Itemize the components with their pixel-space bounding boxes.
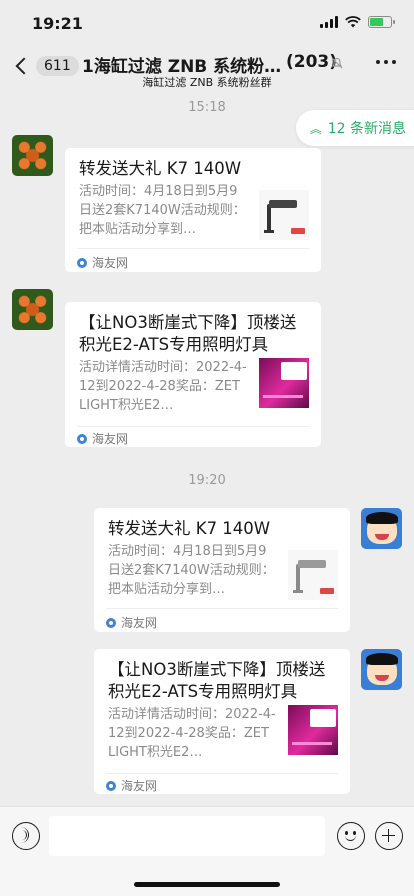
card-title: 【让NO3断崖式下降】顶楼送积光E2-ATS专用照明灯具 <box>79 313 297 354</box>
plus-button[interactable] <box>375 822 403 850</box>
link-card[interactable]: 【让NO3断崖式下降】顶楼送积光E2-ATS专用照明灯具 活动详情活动时间：20… <box>65 302 321 447</box>
unread-count: 611 <box>36 56 79 76</box>
signal-icon <box>320 16 338 28</box>
timestamp: 19:20 <box>188 473 226 488</box>
link-card[interactable]: 转发送大礼 K7 140W 活动时间：4月18日到5月9日送2套K7140W活动… <box>94 508 350 632</box>
source-icon <box>106 780 116 791</box>
sender-avatar[interactable] <box>12 289 53 330</box>
divider <box>77 426 309 427</box>
source-label: 海友网 <box>121 616 158 630</box>
my-avatar[interactable] <box>361 508 402 549</box>
link-card[interactable]: 转发送大礼 K7 140W 活动时间：4月18日到5月9日送2套K7140W活动… <box>65 148 321 272</box>
grow-light-icon <box>288 705 338 755</box>
divider <box>77 248 309 249</box>
card-description: 活动时间：4月18日到5月9日送2套K7140W活动规则：把本贴活动分享到… <box>79 184 246 237</box>
source-icon <box>77 433 87 444</box>
card-source: 海友网 <box>77 254 128 271</box>
chat-subtitle: 海缸过滤 ZNB 系统粉丝群 <box>142 76 272 89</box>
battery-fill <box>370 18 384 26</box>
my-avatar[interactable] <box>361 649 402 690</box>
new-messages-button[interactable]: ︽ 12 条新消息 <box>295 110 414 146</box>
sender-avatar[interactable] <box>12 135 53 176</box>
mute-icon <box>331 57 343 69</box>
source-icon <box>77 257 87 268</box>
grow-light-icon <box>259 358 309 408</box>
lamp-icon <box>259 190 309 240</box>
card-source: 海友网 <box>106 777 157 794</box>
double-chevron-up-icon: ︽ <box>309 121 322 136</box>
home-indicator <box>134 882 280 887</box>
message-input[interactable] <box>49 816 325 856</box>
card-description: 活动详情活动时间：2022-4-12到2022-4-28奖品：ZETLIGHT积… <box>79 360 247 413</box>
source-icon <box>106 617 116 628</box>
voice-button[interactable] <box>12 822 40 850</box>
link-card[interactable]: 【让NO3断崖式下降】顶楼送积光E2-ATS专用照明灯具 活动详情活动时间：20… <box>94 649 350 794</box>
status-icons <box>320 16 395 28</box>
more-icon <box>376 60 380 64</box>
source-label: 海友网 <box>121 779 158 793</box>
status-bar: 19:21 <box>0 0 414 48</box>
wifi-icon <box>345 16 361 28</box>
back-button[interactable]: 611 <box>12 56 79 76</box>
card-title: 转发送大礼 K7 140W <box>108 519 271 538</box>
card-title: 转发送大礼 K7 140W <box>79 159 242 178</box>
status-time: 19:21 <box>32 14 83 33</box>
source-label: 海友网 <box>92 432 129 446</box>
lamp-icon <box>288 550 338 600</box>
new-messages-label: 12 条新消息 <box>327 121 406 137</box>
battery-icon <box>368 16 395 28</box>
card-source: 海友网 <box>106 614 157 631</box>
card-title: 【让NO3断崖式下降】顶楼送积光E2-ATS专用照明灯具 <box>108 660 326 701</box>
back-icon <box>15 57 33 75</box>
emoji-button[interactable] <box>337 822 365 850</box>
more-button[interactable] <box>376 60 396 64</box>
card-description: 活动时间：4月18日到5月9日送2套K7140W活动规则：把本贴活动分享到… <box>108 544 275 597</box>
nav-bar: 611 1海缸过滤 ZNB 系统粉… (203) 海缸过滤 ZNB 系统粉丝群 <box>0 48 414 92</box>
source-label: 海友网 <box>92 256 129 270</box>
card-description: 活动详情活动时间：2022-4-12到2022-4-28奖品：ZETLIGHT积… <box>108 707 276 760</box>
divider <box>106 773 338 774</box>
card-source: 海友网 <box>77 430 128 447</box>
divider <box>106 608 338 609</box>
